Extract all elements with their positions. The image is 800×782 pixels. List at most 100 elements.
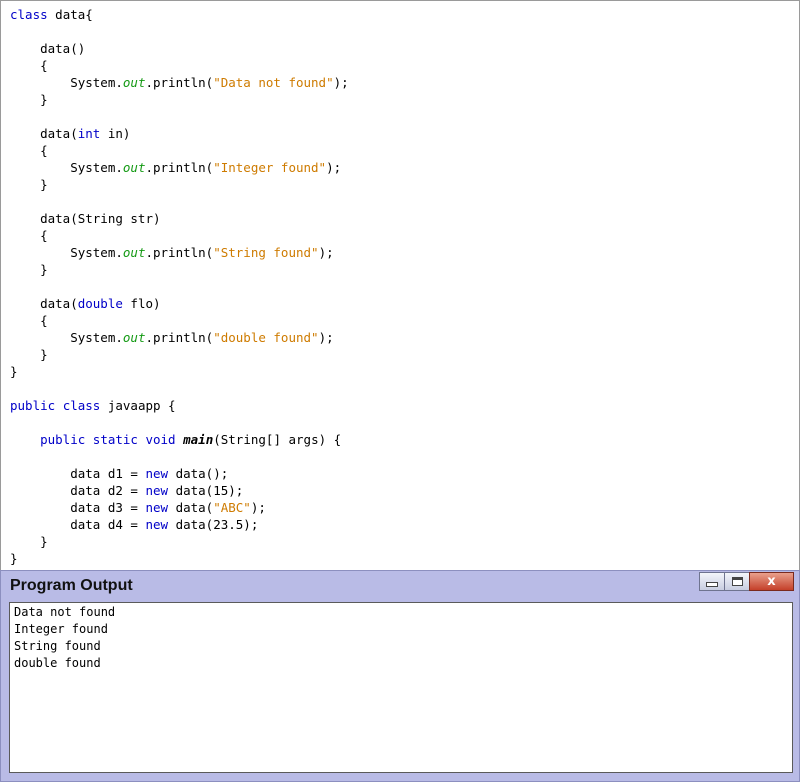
code-token: .println( bbox=[145, 160, 214, 175]
code-line: data() bbox=[10, 40, 349, 57]
output-lines: Data not found Integer found String found d… bbox=[14, 604, 115, 672]
code-editor[interactable]: class data{ data() { System.out.println(… bbox=[0, 0, 800, 571]
window-controls: x bbox=[699, 572, 794, 592]
code-line: System.out.println("String found"); bbox=[10, 244, 349, 261]
code-token: ); bbox=[326, 160, 342, 175]
code-token: System. bbox=[10, 245, 123, 260]
code-line: public static void main(String[] args) { bbox=[10, 431, 349, 448]
output-console[interactable]: Data not found Integer found String found d… bbox=[9, 602, 793, 773]
code-line: } bbox=[10, 176, 349, 193]
code-line: class data{ bbox=[10, 6, 349, 23]
code-token: flo) bbox=[122, 296, 161, 311]
code-line: System.out.println("Integer found"); bbox=[10, 159, 349, 176]
maximize-button[interactable] bbox=[724, 572, 750, 591]
code-token: data d2 = bbox=[10, 483, 146, 498]
code-line: } bbox=[10, 261, 349, 278]
code-token: main bbox=[183, 432, 214, 447]
code-line: } bbox=[10, 346, 349, 363]
code-line: data(String str) bbox=[10, 210, 349, 227]
code-token: } bbox=[10, 551, 18, 566]
code-token: ); bbox=[333, 75, 349, 90]
output-line: String found bbox=[14, 639, 101, 653]
code-token: System. bbox=[10, 160, 123, 175]
code-line: } bbox=[10, 91, 349, 108]
code-token: "ABC" bbox=[213, 500, 251, 515]
minimize-icon bbox=[706, 582, 718, 587]
code-line: } bbox=[10, 533, 349, 550]
code-token: new bbox=[145, 466, 169, 481]
code-line: System.out.println("double found"); bbox=[10, 329, 349, 346]
code-listing: class data{ data() { System.out.println(… bbox=[10, 6, 349, 567]
code-token: .println( bbox=[145, 245, 214, 260]
code-token: } bbox=[10, 262, 48, 277]
code-token: System. bbox=[10, 75, 123, 90]
code-token: data(); bbox=[168, 466, 229, 481]
code-token: data( bbox=[168, 500, 214, 515]
code-line: } bbox=[10, 550, 349, 567]
code-token: data d3 = bbox=[10, 500, 146, 515]
code-token: void bbox=[145, 432, 176, 447]
code-token: { bbox=[10, 228, 48, 243]
code-token: } bbox=[10, 364, 18, 379]
code-line: public class javaapp { bbox=[10, 397, 349, 414]
code-token: .println( bbox=[145, 75, 214, 90]
minimize-button[interactable] bbox=[699, 572, 725, 591]
output-line: double found bbox=[14, 656, 101, 670]
code-token: "String found" bbox=[213, 245, 319, 260]
code-line: System.out.println("Data not found"); bbox=[10, 74, 349, 91]
code-token: javaapp { bbox=[100, 398, 176, 413]
output-line: Integer found bbox=[14, 622, 108, 636]
code-token: out bbox=[122, 75, 146, 90]
code-token: "double found" bbox=[213, 330, 319, 345]
code-token: public bbox=[10, 398, 56, 413]
code-line: data d3 = new data("ABC"); bbox=[10, 499, 349, 516]
code-token: out bbox=[122, 245, 146, 260]
code-line: } bbox=[10, 363, 349, 380]
code-token: { bbox=[10, 58, 48, 73]
maximize-icon bbox=[731, 577, 743, 586]
code-token: } bbox=[10, 534, 48, 549]
code-token: data d4 = bbox=[10, 517, 146, 532]
code-token: } bbox=[10, 347, 48, 362]
code-line: data d1 = new data(); bbox=[10, 465, 349, 482]
close-icon: x bbox=[767, 574, 776, 589]
code-token: data( bbox=[10, 126, 78, 141]
code-token: public bbox=[40, 432, 86, 447]
code-token: out bbox=[122, 330, 146, 345]
code-token: System. bbox=[10, 330, 123, 345]
code-token: (String[] args) { bbox=[213, 432, 342, 447]
close-button[interactable]: x bbox=[749, 572, 794, 591]
code-token: static bbox=[92, 432, 138, 447]
code-token: double bbox=[77, 296, 123, 311]
code-token: int bbox=[77, 126, 101, 141]
output-line: Data not found bbox=[14, 605, 116, 619]
code-token: "Data not found" bbox=[213, 75, 334, 90]
code-token: new bbox=[145, 483, 169, 498]
code-token: class bbox=[62, 398, 101, 413]
code-token: } bbox=[10, 177, 48, 192]
code-token: ); bbox=[250, 500, 266, 515]
code-line: { bbox=[10, 142, 349, 159]
code-line: { bbox=[10, 227, 349, 244]
code-token: in) bbox=[100, 126, 131, 141]
code-token: "Integer found" bbox=[213, 160, 327, 175]
code-token: data d1 = bbox=[10, 466, 146, 481]
code-token: new bbox=[145, 517, 169, 532]
code-token: data(15); bbox=[168, 483, 244, 498]
code-line: data(int in) bbox=[10, 125, 349, 142]
code-token: out bbox=[122, 160, 146, 175]
code-token: data(23.5); bbox=[168, 517, 259, 532]
code-line: { bbox=[10, 57, 349, 74]
code-line: data d2 = new data(15); bbox=[10, 482, 349, 499]
code-token: { bbox=[10, 143, 48, 158]
code-token: class bbox=[10, 7, 48, 22]
